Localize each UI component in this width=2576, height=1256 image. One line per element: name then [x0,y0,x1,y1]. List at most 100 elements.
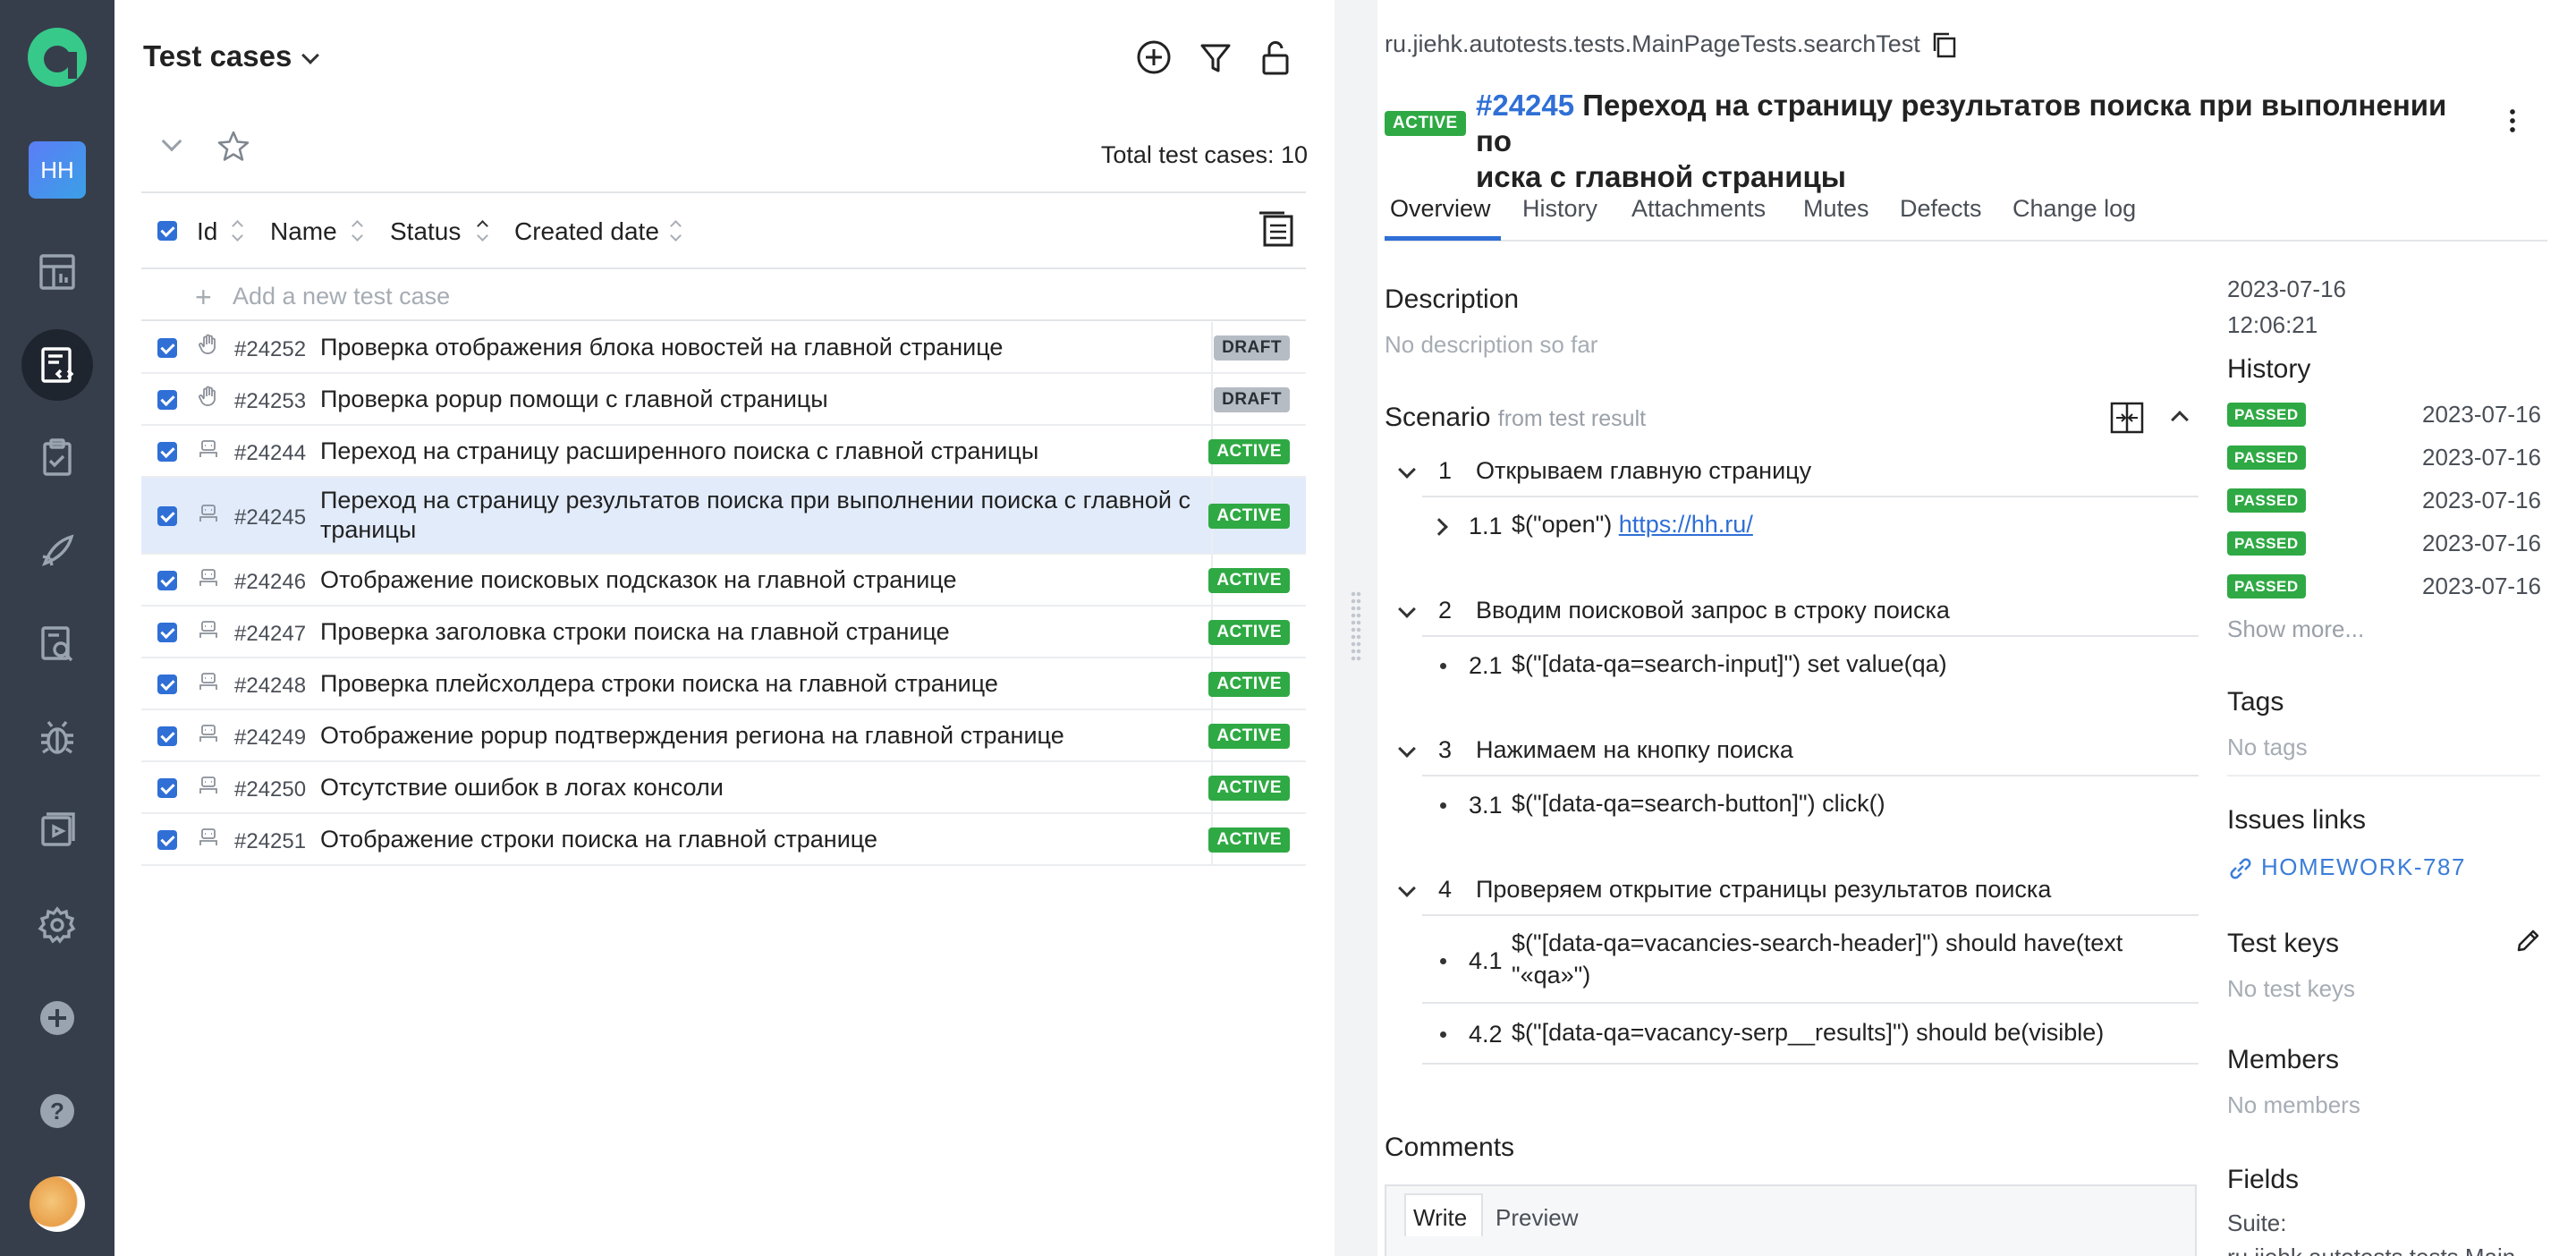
col-created[interactable]: Created date [514,217,659,246]
row-id: #24245 [234,505,307,530]
substep-number: 3.1 [1469,792,1503,819]
test-cases-icon[interactable] [21,329,93,401]
test-plans-icon[interactable] [21,422,93,494]
description-heading: Description [1385,284,1520,314]
row-checkbox[interactable] [157,442,177,462]
history-status-badge[interactable]: PASSED [2227,488,2306,513]
history-status-badge[interactable]: PASSED [2227,446,2306,470]
sort-status-icon[interactable] [476,220,488,242]
launches-icon[interactable] [21,515,93,587]
history-status-badge[interactable]: PASSED [2227,574,2306,598]
tab-change-log[interactable]: Change log [2012,195,2136,223]
row-name[interactable]: Отображение строки поиска на главной стр… [320,825,877,854]
row-name[interactable]: Отображение popup подтверждения региона … [320,721,1064,751]
history-status-badge[interactable]: PASSED [2227,403,2306,427]
sort-created-icon[interactable] [669,220,682,242]
defects-icon[interactable] [21,701,93,773]
help-icon[interactable]: ? [21,1075,93,1147]
row-name[interactable]: Проверка popup помощи с главной страницы [320,385,828,414]
row-checkbox[interactable] [157,675,177,694]
row-checkbox[interactable] [157,623,177,642]
jobs-icon[interactable] [21,794,93,866]
show-more-link[interactable]: Show more... [2227,615,2364,643]
star-icon[interactable] [216,130,250,164]
tab-overview[interactable]: Overview [1390,195,1491,223]
row-name[interactable]: Проверка отображения блока новостей на г… [320,333,1003,362]
table-row[interactable]: #24244 Переход на страницу расширенного п… [141,426,1306,478]
row-name[interactable]: Отображение поисковых подсказок на главн… [320,565,956,595]
logo-icon[interactable] [21,21,93,93]
table-row[interactable]: #24252 Проверка отображения блока новосте… [141,322,1306,374]
step-text: Вводим поисковой запрос в строку поиска [1476,597,1950,624]
test-case-title-line2: иска с главной страницы [1476,160,1846,193]
total-count: Total test cases: 10 [1100,141,1308,168]
table-row[interactable]: #24245 Переход на страницу результатов по… [141,478,1306,555]
row-name[interactable]: Отсутствие ошибок в логах консоли [320,773,724,802]
tags-heading: Tags [2227,687,2284,717]
step-number: 4 [1438,876,1453,903]
panel-resizer[interactable] [1335,0,1377,1256]
row-checkbox[interactable] [157,778,177,798]
substep-bullet [1440,1031,1446,1038]
add-circle-icon[interactable] [1136,39,1172,75]
row-checkbox[interactable] [157,830,177,850]
tab-active-indicator [1385,236,1501,241]
row-name[interactable]: Проверка плейсхолдера строки поиска на г… [320,669,998,699]
table-row[interactable]: #24249 Отображение popup подтверждения ре… [141,710,1306,762]
more-options-icon[interactable] [2510,107,2515,132]
tab-history[interactable]: History [1522,195,1597,223]
analytics-icon[interactable] [21,608,93,680]
table-row[interactable]: #24250 Отсутствие ошибок в логах консоли A… [141,762,1306,814]
row-name[interactable]: Проверка заголовка строки поиска на глав… [320,617,950,647]
step-divider [1422,775,2199,777]
row-name[interactable]: Переход на страницу расширенного поиска … [320,437,1038,466]
history-status-badge[interactable]: PASSED [2227,531,2306,556]
issue-link[interactable]: HOMEWORK-787 [2261,853,2466,881]
dashboard-icon[interactable] [21,236,93,308]
edit-icon[interactable] [2515,927,2542,954]
step-divider [1422,496,2199,497]
table-row[interactable]: #24248 Проверка плейсхолдера строки поиск… [141,658,1306,710]
substep-code: $("open") [1512,511,1619,538]
comment-tab-write[interactable]: Write [1404,1193,1483,1236]
step-number: 2 [1438,597,1453,624]
unlock-icon[interactable] [1259,39,1292,77]
row-id: #24253 [234,389,307,413]
row-checkbox[interactable] [157,726,177,746]
status-badge: ACTIVE [1208,504,1290,529]
add-plus-icon[interactable]: + [195,281,212,314]
sort-name-icon[interactable] [351,220,363,242]
tab-attachments[interactable]: Attachments [1631,195,1766,223]
col-status[interactable]: Status [390,217,461,246]
sort-id-icon[interactable] [231,220,243,242]
resize-handle-icon[interactable] [1351,590,1361,662]
tab-mutes[interactable]: Mutes [1803,195,1869,223]
row-checkbox[interactable] [157,571,177,590]
substep-link[interactable]: https://hh.ru/ [1619,511,1753,538]
filter-icon[interactable] [1199,41,1233,75]
add-test-case-input[interactable]: Add a new test case [233,283,450,310]
table-row[interactable]: #24246 Отображение поисковых подсказок на… [141,555,1306,607]
table-row[interactable]: #24247 Проверка заголовка строки поиска н… [141,607,1306,658]
project-avatar[interactable]: HH [21,134,93,206]
table-row[interactable]: #24253 Проверка popup помощи с главной ст… [141,374,1306,426]
col-id[interactable]: Id [197,217,217,246]
compare-icon[interactable] [2109,401,2145,435]
table-row[interactable]: #24251 Отображение строки поиска на главн… [141,814,1306,866]
select-all-checkbox[interactable] [157,221,177,241]
user-avatar[interactable] [21,1168,93,1240]
suite-value: ru.jiehk.autotests.tests.Main [2227,1243,2567,1256]
add-icon[interactable] [21,982,93,1054]
page-title[interactable]: Test cases [143,39,292,73]
col-name[interactable]: Name [270,217,337,246]
row-checkbox[interactable] [157,506,177,526]
settings-icon[interactable] [21,889,93,961]
tab-defects[interactable]: Defects [1900,195,1982,223]
columns-settings-icon[interactable] [1256,209,1295,249]
row-checkbox[interactable] [157,390,177,410]
comment-tab-preview[interactable]: Preview [1496,1204,1578,1232]
fields-heading: Fields [2227,1165,2300,1194]
copy-icon[interactable] [1930,30,1959,59]
row-name[interactable]: Переход на страницу результатов поиска п… [320,486,1340,545]
row-checkbox[interactable] [157,338,177,358]
